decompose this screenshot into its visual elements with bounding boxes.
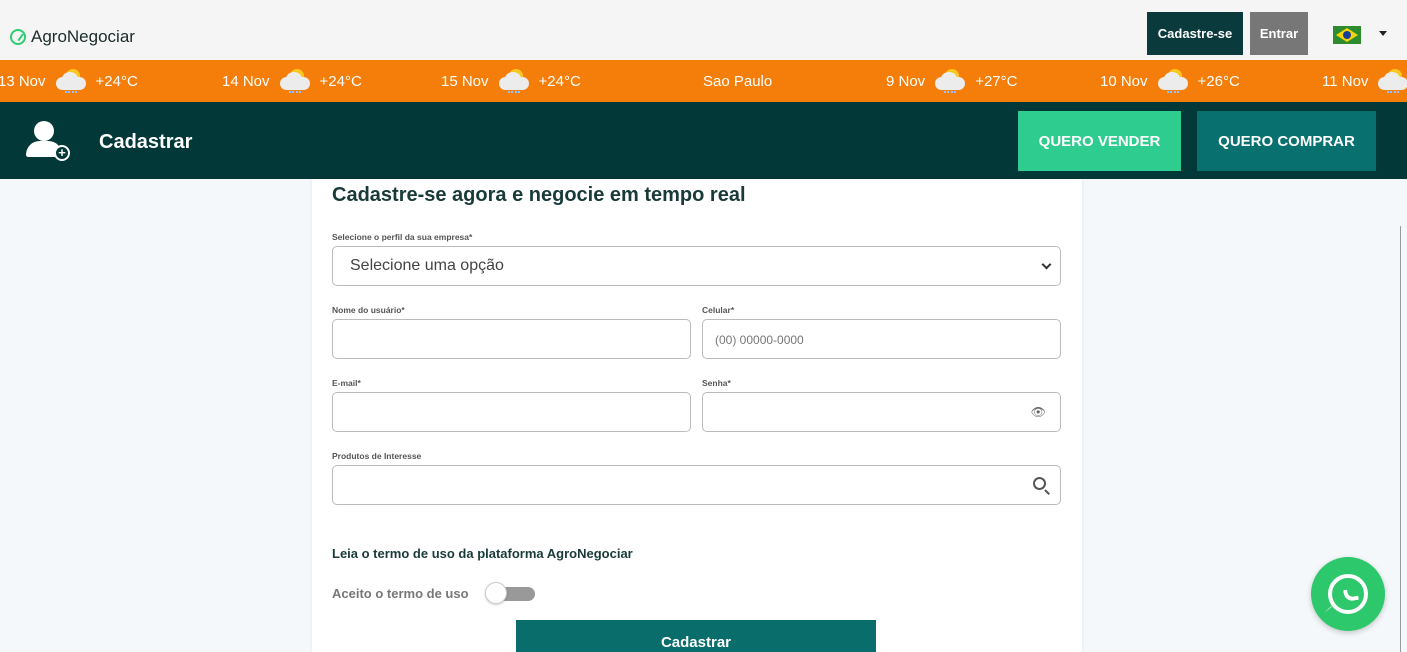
brazil-flag-icon[interactable] — [1333, 26, 1361, 44]
weather-item: 9 Nov +27°C — [886, 60, 1017, 102]
weather-date: 13 Nov — [0, 72, 46, 90]
phone-placeholder: (00) 00000-0000 — [715, 333, 804, 347]
submit-button[interactable]: Cadastrar — [516, 620, 876, 652]
cloud-rain-sun-icon — [54, 69, 88, 93]
page-title: Cadastrar — [99, 131, 193, 153]
accept-terms-toggle[interactable] — [485, 582, 537, 604]
login-button[interactable]: Entrar — [1250, 12, 1308, 55]
user-add-icon: + — [26, 121, 70, 163]
leaf-logo-icon — [10, 29, 26, 45]
cloud-rain-sun-icon — [278, 69, 312, 93]
email-label: E-mail* — [332, 378, 361, 388]
weather-city: Sao Paulo — [703, 72, 773, 90]
search-icon[interactable] — [1033, 477, 1046, 490]
password-label: Senha* — [702, 378, 731, 388]
phone-label: Celular* — [702, 305, 735, 315]
cloud-rain-sun-icon — [933, 69, 967, 93]
weather-date: 9 Nov — [886, 72, 926, 90]
scrollbar[interactable] — [1400, 226, 1401, 652]
weather-temp: +24°C — [538, 72, 581, 90]
products-label: Produtos de Interesse — [332, 451, 422, 461]
weather-temp: +26°C — [1197, 72, 1240, 90]
weather-item: 14 Nov +24°C — [222, 60, 362, 102]
logo-text: AgroNegociar — [31, 27, 135, 46]
weather-item: 11 Nov — [1322, 60, 1407, 102]
profile-select[interactable]: Selecione uma opção — [332, 246, 1061, 286]
weather-date: 11 Nov — [1322, 72, 1369, 90]
page-header: + Cadastrar QUERO VENDER QUERO COMPRAR — [0, 102, 1407, 179]
email-input[interactable] — [332, 392, 691, 432]
weather-temp: +27°C — [975, 72, 1018, 90]
weather-temp: +24°C — [319, 72, 362, 90]
weather-item: 10 Nov +26°C — [1100, 60, 1240, 102]
logo[interactable]: AgroNegociar — [10, 27, 135, 47]
password-input[interactable]: 👁 — [702, 392, 1061, 432]
profile-label: Selecione o perfil da sua empresa* — [332, 232, 473, 242]
eye-slash-icon[interactable]: 👁 — [1031, 405, 1046, 419]
weather-temp: +24°C — [95, 72, 138, 90]
whatsapp-icon[interactable] — [1311, 557, 1385, 631]
language-dropdown-caret-icon[interactable] — [1379, 31, 1387, 36]
weather-date: 10 Nov — [1100, 72, 1148, 90]
chevron-down-icon — [1041, 259, 1052, 270]
cloud-rain-sun-icon — [1376, 69, 1407, 93]
signup-button[interactable]: Cadastre-se — [1147, 12, 1243, 55]
profile-select-value: Selecione uma opção — [350, 257, 504, 274]
username-input[interactable] — [332, 319, 691, 359]
sell-button[interactable]: QUERO VENDER — [1018, 111, 1181, 171]
phone-input[interactable]: (00) 00000-0000 — [702, 319, 1061, 359]
accept-terms-label: Aceito o termo de uso — [332, 586, 469, 601]
weather-date: 15 Nov — [441, 72, 489, 90]
products-input[interactable] — [332, 465, 1061, 505]
form-title: Cadastre-se agora e negocie em tempo rea… — [332, 184, 746, 206]
weather-item: 13 Nov +24°C — [0, 60, 138, 102]
top-bar: AgroNegociar Cadastre-se Entrar — [0, 0, 1407, 60]
cloud-rain-sun-icon — [1156, 69, 1190, 93]
weather-date: 14 Nov — [222, 72, 270, 90]
terms-link[interactable]: Leia o termo de uso da plataforma AgroNe… — [332, 546, 633, 561]
weather-item: 15 Nov +24°C — [441, 60, 581, 102]
weather-ticker: 13 Nov +24°C 14 Nov +24°C 15 Nov +24°C S… — [0, 60, 1407, 102]
cloud-rain-sun-icon — [497, 69, 531, 93]
signup-form-card: Cadastre-se agora e negocie em tempo rea… — [312, 179, 1082, 652]
username-label: Nome do usuário* — [332, 305, 405, 315]
buy-button[interactable]: QUERO COMPRAR — [1197, 111, 1376, 171]
